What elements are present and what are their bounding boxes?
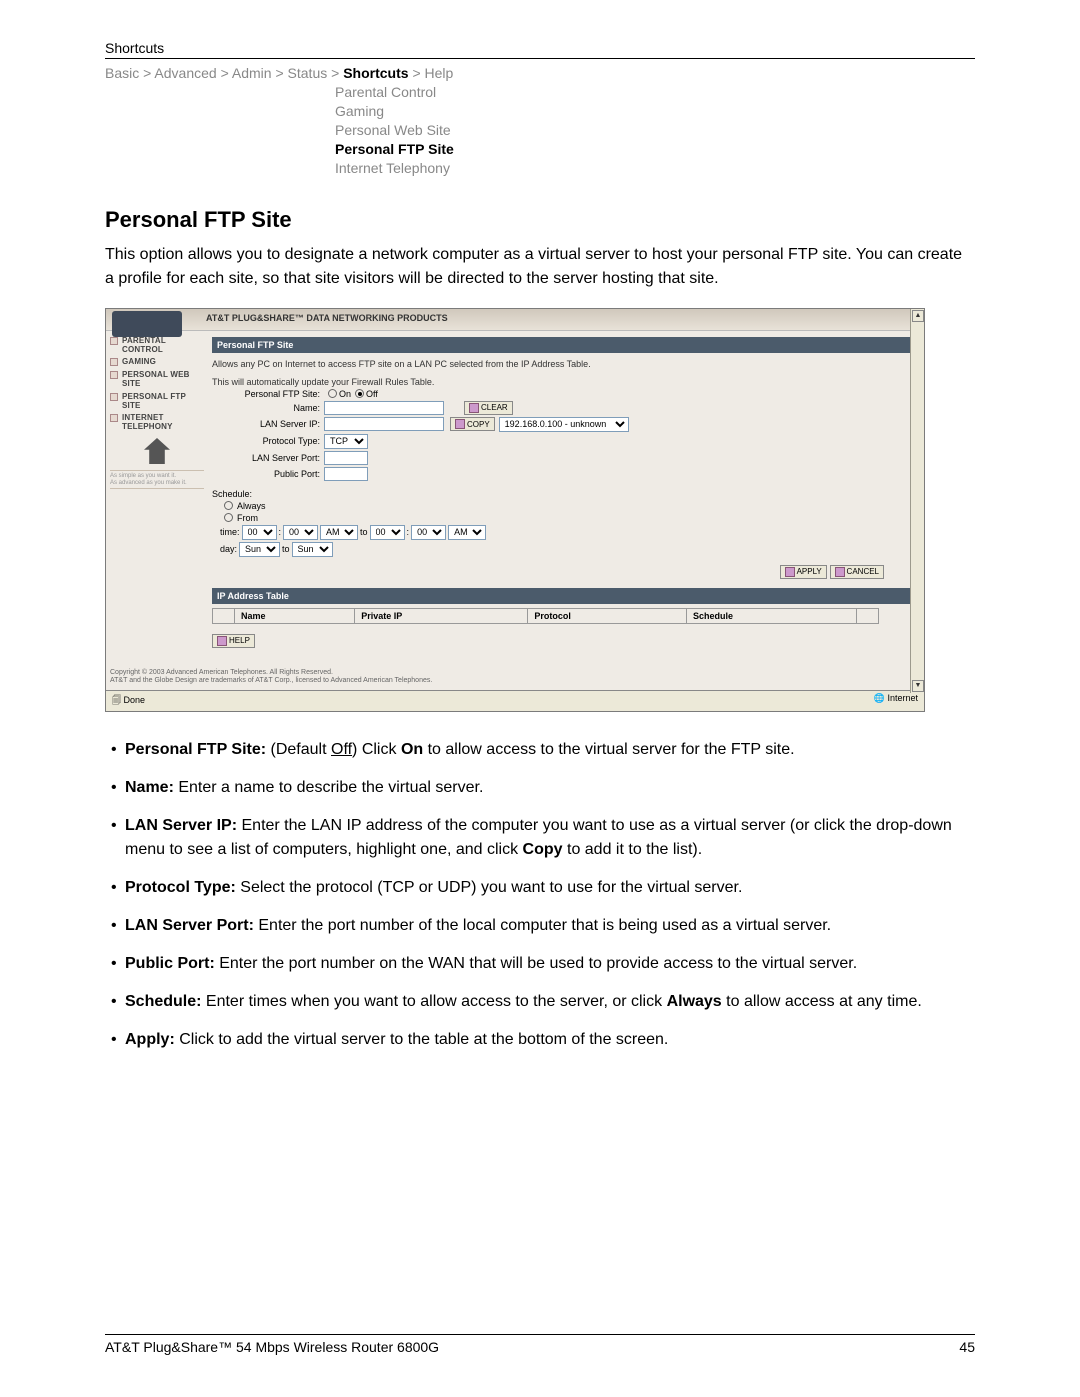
submenu-web[interactable]: Personal Web Site xyxy=(335,121,975,140)
square-icon xyxy=(110,337,118,345)
status-internet: 🌐 Internet xyxy=(874,693,918,709)
footer-page: 45 xyxy=(959,1339,975,1355)
scroll-down-icon[interactable]: ▼ xyxy=(912,680,924,692)
sidebar-item-gaming[interactable]: GAMING xyxy=(110,358,204,367)
breadcrumb: Basic > Advanced > Admin > Status > Shor… xyxy=(105,65,975,81)
ip-select[interactable]: 192.168.0.100 - unknown xyxy=(499,417,629,432)
shortcuts-submenu: Parental Control Gaming Personal Web Sit… xyxy=(335,83,975,177)
sidebar-item-web[interactable]: PERSONAL WEB SITE xyxy=(110,371,204,389)
submenu-parental[interactable]: Parental Control xyxy=(335,83,975,102)
cancel-button[interactable]: CANCEL xyxy=(830,565,884,579)
screenshot-sidebar: PARENTAL CONTROL GAMING PERSONAL WEB SIT… xyxy=(106,331,208,659)
square-icon xyxy=(110,393,118,401)
col-name: Name xyxy=(235,608,355,623)
sidebar-item-parental[interactable]: PARENTAL CONTROL xyxy=(110,337,204,355)
time-to-m[interactable]: 00 xyxy=(411,525,446,540)
lanport-input[interactable] xyxy=(324,451,368,465)
scroll-up-icon[interactable]: ▲ xyxy=(912,310,924,322)
col-pip: Private IP xyxy=(355,608,528,623)
square-icon xyxy=(110,371,118,379)
page-title: Personal FTP Site xyxy=(105,207,975,233)
radio-always[interactable] xyxy=(224,501,233,510)
house-icon xyxy=(144,438,170,464)
crumb-status[interactable]: Status xyxy=(288,65,328,81)
day-from[interactable]: Sun xyxy=(239,542,280,557)
name-label: Name: xyxy=(212,403,324,413)
panel-description: Allows any PC on Internet to access FTP … xyxy=(212,359,914,369)
ip-table-header: IP Address Table xyxy=(212,588,914,604)
field-descriptions: •Personal FTP Site: (Default Off) Click … xyxy=(105,738,975,1052)
time-row: time: 00 : 00 AM to 00 : 00 AM xyxy=(220,525,914,540)
sidebar-item-telephony[interactable]: INTERNET TELEPHONY xyxy=(110,414,204,432)
crumb-basic[interactable]: Basic xyxy=(105,65,139,81)
radio-off[interactable] xyxy=(355,389,364,398)
crumb-help[interactable]: Help xyxy=(425,65,454,81)
lanport-label: LAN Server Port: xyxy=(212,453,324,463)
square-icon xyxy=(110,414,118,422)
day-row: day: Sun to Sun xyxy=(220,542,914,557)
time-to-ap[interactable]: AM xyxy=(448,525,486,540)
page-footer: AT&T Plug&Share™ 54 Mbps Wireless Router… xyxy=(105,1334,975,1355)
help-button[interactable]: HELP xyxy=(212,634,255,648)
radio-from[interactable] xyxy=(224,513,233,522)
time-to-h[interactable]: 00 xyxy=(370,525,405,540)
tagline: As simple as you want it.As advanced as … xyxy=(110,470,204,489)
crumb-admin[interactable]: Admin xyxy=(232,65,272,81)
schedule-label: Schedule: xyxy=(212,489,914,499)
status-done: 🗐 Done xyxy=(112,693,145,709)
intro-text: This option allows you to designate a ne… xyxy=(105,243,975,289)
radio-on[interactable] xyxy=(328,389,337,398)
page-section-header: Shortcuts xyxy=(105,40,975,59)
crumb-advanced[interactable]: Advanced xyxy=(154,65,216,81)
lanip-input[interactable] xyxy=(324,417,444,431)
protocol-select[interactable]: TCP xyxy=(324,434,368,449)
toggle-label: Personal FTP Site: xyxy=(212,389,324,399)
toggle-row: Personal FTP Site: On Off xyxy=(212,389,914,399)
screenshot-main: Personal FTP Site Allows any PC on Inter… xyxy=(208,331,924,659)
pubport-label: Public Port: xyxy=(212,469,324,479)
time-from-ap[interactable]: AM xyxy=(320,525,358,540)
copy-button[interactable]: COPY xyxy=(450,417,495,431)
submenu-ftp: Personal FTP Site xyxy=(335,140,975,159)
col-proto: Protocol xyxy=(528,608,687,623)
lanip-label: LAN Server IP: xyxy=(212,419,324,429)
embedded-screenshot: AT&T PLUG&SHARE™ DATA NETWORKING PRODUCT… xyxy=(105,308,925,712)
day-to[interactable]: Sun xyxy=(292,542,333,557)
submenu-telephony[interactable]: Internet Telephony xyxy=(335,159,975,178)
firewall-note: This will automatically update your Fire… xyxy=(212,377,914,387)
pubport-input[interactable] xyxy=(324,467,368,481)
name-input[interactable] xyxy=(324,401,444,415)
att-logo xyxy=(112,311,182,337)
brand-bar: AT&T PLUG&SHARE™ DATA NETWORKING PRODUCT… xyxy=(106,309,924,331)
copyright-text: Copyright © 2003 Advanced American Telep… xyxy=(110,669,920,686)
clear-button[interactable]: CLEAR xyxy=(464,401,513,415)
proto-label: Protocol Type: xyxy=(212,436,324,446)
status-bar: 🗐 Done 🌐 Internet xyxy=(106,690,924,711)
apply-button[interactable]: APPLY xyxy=(780,565,827,579)
scrollbar[interactable]: ▲ ▼ xyxy=(910,309,924,693)
col-sched: Schedule xyxy=(686,608,856,623)
time-from-m[interactable]: 00 xyxy=(283,525,318,540)
footer-product: AT&T Plug&Share™ 54 Mbps Wireless Router… xyxy=(105,1339,439,1355)
submenu-gaming[interactable]: Gaming xyxy=(335,102,975,121)
ip-address-table: Name Private IP Protocol Schedule xyxy=(212,608,879,624)
sidebar-item-ftp[interactable]: PERSONAL FTP SITE xyxy=(110,393,204,411)
house-graphic xyxy=(110,438,204,466)
panel-header: Personal FTP Site xyxy=(212,337,914,353)
crumb-shortcuts: Shortcuts xyxy=(343,65,408,81)
square-icon xyxy=(110,358,118,366)
time-from-h[interactable]: 00 xyxy=(242,525,277,540)
